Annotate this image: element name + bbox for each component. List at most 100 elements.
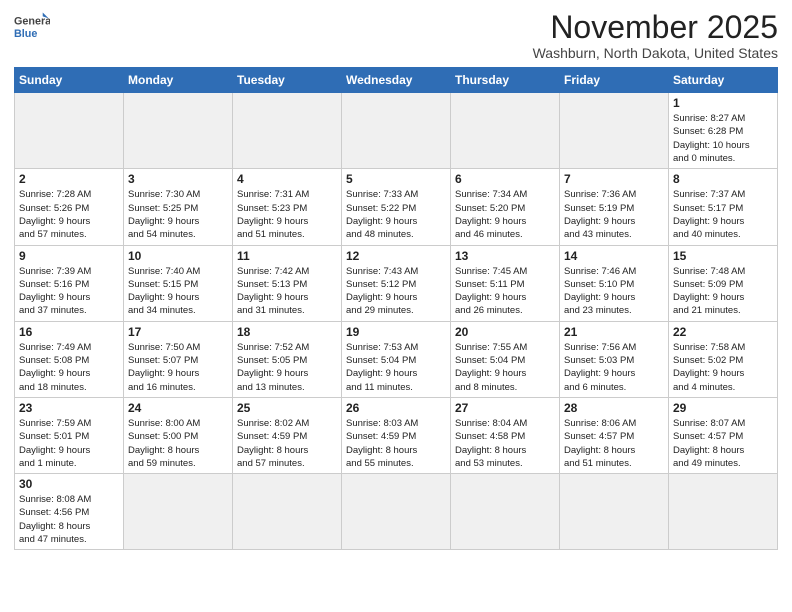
day-info: Sunrise: 7:50 AM Sunset: 5:07 PM Dayligh…: [128, 341, 228, 394]
day-number: 1: [673, 96, 773, 110]
col-header-saturday: Saturday: [669, 68, 778, 93]
logo: General Blue: [14, 10, 50, 46]
day-info: Sunrise: 7:37 AM Sunset: 5:17 PM Dayligh…: [673, 188, 773, 241]
day-number: 17: [128, 325, 228, 339]
day-cell: 23 Sunrise: 7:59 AM Sunset: 5:01 PM Dayli…: [15, 397, 124, 473]
col-header-tuesday: Tuesday: [233, 68, 342, 93]
day-info: Sunrise: 8:06 AM Sunset: 4:57 PM Dayligh…: [564, 417, 664, 470]
day-cell: [124, 474, 233, 550]
day-info: Sunrise: 7:40 AM Sunset: 5:15 PM Dayligh…: [128, 265, 228, 318]
day-cell: 10Sunrise: 7:40 AM Sunset: 5:15 PM Dayli…: [124, 245, 233, 321]
day-cell: 26Sunrise: 8:03 AM Sunset: 4:59 PM Dayli…: [342, 397, 451, 473]
header-row: SundayMondayTuesdayWednesdayThursdayFrid…: [15, 68, 778, 93]
day-cell: [15, 93, 124, 169]
day-info: Sunrise: 8:00 AM Sunset: 5:00 PM Dayligh…: [128, 417, 228, 470]
day-info: Sunrise: 7:52 AM Sunset: 5:05 PM Dayligh…: [237, 341, 337, 394]
day-info: Sunrise: 7:42 AM Sunset: 5:13 PM Dayligh…: [237, 265, 337, 318]
day-cell: 7Sunrise: 7:36 AM Sunset: 5:19 PM Daylig…: [560, 169, 669, 245]
day-info: Sunrise: 7:34 AM Sunset: 5:20 PM Dayligh…: [455, 188, 555, 241]
day-cell: 6 Sunrise: 7:34 AM Sunset: 5:20 PM Daylig…: [451, 169, 560, 245]
day-number: 6: [455, 172, 555, 186]
week-row-2: 2 Sunrise: 7:28 AM Sunset: 5:26 PM Daylig…: [15, 169, 778, 245]
day-info: Sunrise: 7:30 AM Sunset: 5:25 PM Dayligh…: [128, 188, 228, 241]
day-number: 18: [237, 325, 337, 339]
day-cell: 25Sunrise: 8:02 AM Sunset: 4:59 PM Dayli…: [233, 397, 342, 473]
day-cell: 14Sunrise: 7:46 AM Sunset: 5:10 PM Dayli…: [560, 245, 669, 321]
day-info: Sunrise: 8:08 AM Sunset: 4:56 PM Dayligh…: [19, 493, 119, 546]
day-cell: 24Sunrise: 8:00 AM Sunset: 5:00 PM Dayli…: [124, 397, 233, 473]
day-cell: [451, 93, 560, 169]
week-row-6: 30 Sunrise: 8:08 AM Sunset: 4:56 PM Dayli…: [15, 474, 778, 550]
day-info: Sunrise: 7:45 AM Sunset: 5:11 PM Dayligh…: [455, 265, 555, 318]
day-cell: 18 Sunrise: 7:52 AM Sunset: 5:05 PM Dayli…: [233, 321, 342, 397]
logo-icon: General Blue: [14, 10, 50, 46]
day-number: 15: [673, 249, 773, 263]
day-cell: 20Sunrise: 7:55 AM Sunset: 5:04 PM Dayli…: [451, 321, 560, 397]
day-number: 28: [564, 401, 664, 415]
day-number: 4: [237, 172, 337, 186]
svg-text:General: General: [14, 15, 50, 27]
day-info: Sunrise: 7:58 AM Sunset: 5:02 PM Dayligh…: [673, 341, 773, 394]
day-number: 3: [128, 172, 228, 186]
day-cell: [560, 93, 669, 169]
week-row-5: 23 Sunrise: 7:59 AM Sunset: 5:01 PM Dayli…: [15, 397, 778, 473]
day-info: Sunrise: 7:59 AM Sunset: 5:01 PM Dayligh…: [19, 417, 119, 470]
day-number: 21: [564, 325, 664, 339]
day-cell: 9 Sunrise: 7:39 AM Sunset: 5:16 PM Daylig…: [15, 245, 124, 321]
col-header-wednesday: Wednesday: [342, 68, 451, 93]
col-header-monday: Monday: [124, 68, 233, 93]
day-info: Sunrise: 7:36 AM Sunset: 5:19 PM Dayligh…: [564, 188, 664, 241]
day-info: Sunrise: 8:07 AM Sunset: 4:57 PM Dayligh…: [673, 417, 773, 470]
day-number: 29: [673, 401, 773, 415]
day-cell: 1 Sunrise: 8:27 AM Sunset: 6:28 PM Daylig…: [669, 93, 778, 169]
col-header-friday: Friday: [560, 68, 669, 93]
week-row-4: 16Sunrise: 7:49 AM Sunset: 5:08 PM Dayli…: [15, 321, 778, 397]
day-info: Sunrise: 7:28 AM Sunset: 5:26 PM Dayligh…: [19, 188, 119, 241]
day-cell: [342, 93, 451, 169]
day-number: 9: [19, 249, 119, 263]
day-cell: [669, 474, 778, 550]
day-cell: 17 Sunrise: 7:50 AM Sunset: 5:07 PM Dayli…: [124, 321, 233, 397]
day-number: 13: [455, 249, 555, 263]
day-info: Sunrise: 8:04 AM Sunset: 4:58 PM Dayligh…: [455, 417, 555, 470]
day-number: 25: [237, 401, 337, 415]
day-info: Sunrise: 8:27 AM Sunset: 6:28 PM Dayligh…: [673, 112, 773, 165]
day-info: Sunrise: 7:48 AM Sunset: 5:09 PM Dayligh…: [673, 265, 773, 318]
day-cell: [560, 474, 669, 550]
day-cell: 21 Sunrise: 7:56 AM Sunset: 5:03 PM Dayli…: [560, 321, 669, 397]
day-cell: 15 Sunrise: 7:48 AM Sunset: 5:09 PM Dayli…: [669, 245, 778, 321]
calendar-subtitle: Washburn, North Dakota, United States: [533, 45, 778, 61]
day-number: 12: [346, 249, 446, 263]
day-cell: 4 Sunrise: 7:31 AM Sunset: 5:23 PM Daylig…: [233, 169, 342, 245]
day-info: Sunrise: 7:53 AM Sunset: 5:04 PM Dayligh…: [346, 341, 446, 394]
day-cell: 22 Sunrise: 7:58 AM Sunset: 5:02 PM Dayli…: [669, 321, 778, 397]
day-number: 2: [19, 172, 119, 186]
day-info: Sunrise: 7:31 AM Sunset: 5:23 PM Dayligh…: [237, 188, 337, 241]
day-number: 22: [673, 325, 773, 339]
day-cell: 3 Sunrise: 7:30 AM Sunset: 5:25 PM Daylig…: [124, 169, 233, 245]
day-number: 11: [237, 249, 337, 263]
day-info: Sunrise: 7:43 AM Sunset: 5:12 PM Dayligh…: [346, 265, 446, 318]
day-number: 19: [346, 325, 446, 339]
day-cell: 30 Sunrise: 8:08 AM Sunset: 4:56 PM Dayli…: [15, 474, 124, 550]
day-cell: 12 Sunrise: 7:43 AM Sunset: 5:12 PM Dayli…: [342, 245, 451, 321]
header: General Blue November 2025 Washburn, Nor…: [14, 10, 778, 61]
day-info: Sunrise: 7:56 AM Sunset: 5:03 PM Dayligh…: [564, 341, 664, 394]
day-number: 26: [346, 401, 446, 415]
title-block: November 2025 Washburn, North Dakota, Un…: [533, 10, 778, 61]
svg-text:Blue: Blue: [14, 28, 37, 40]
day-number: 23: [19, 401, 119, 415]
day-cell: 29 Sunrise: 8:07 AM Sunset: 4:57 PM Dayli…: [669, 397, 778, 473]
day-cell: 2 Sunrise: 7:28 AM Sunset: 5:26 PM Daylig…: [15, 169, 124, 245]
day-cell: 27 Sunrise: 8:04 AM Sunset: 4:58 PM Dayli…: [451, 397, 560, 473]
day-cell: 16Sunrise: 7:49 AM Sunset: 5:08 PM Dayli…: [15, 321, 124, 397]
day-number: 14: [564, 249, 664, 263]
day-cell: [124, 93, 233, 169]
day-cell: [233, 93, 342, 169]
day-info: Sunrise: 7:39 AM Sunset: 5:16 PM Dayligh…: [19, 265, 119, 318]
week-row-1: 1 Sunrise: 8:27 AM Sunset: 6:28 PM Daylig…: [15, 93, 778, 169]
day-cell: [233, 474, 342, 550]
day-number: 30: [19, 477, 119, 491]
day-number: 16: [19, 325, 119, 339]
day-number: 27: [455, 401, 555, 415]
